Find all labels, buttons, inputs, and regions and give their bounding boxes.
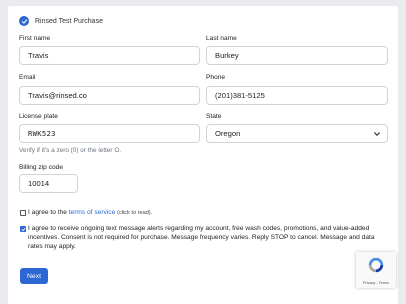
phone-value: (201)381-5125 <box>215 91 265 100</box>
terms-prefix: I agree to the <box>28 209 69 216</box>
state-select[interactable]: Oregon <box>206 124 388 143</box>
terms-click-hint: (click to read). <box>117 210 153 216</box>
phone-input[interactable]: (201)381-5125 <box>206 86 388 105</box>
last-name-label: Last name <box>206 35 237 42</box>
recaptcha-icon <box>368 257 384 273</box>
state-label: State <box>206 113 222 120</box>
license-plate-value: RWK523 <box>28 129 56 138</box>
first-name-label: First name <box>19 35 51 42</box>
terms-text: I agree to the terms of service (click t… <box>28 208 152 218</box>
checkout-form-card: Rinsed Test Purchase First name Travis L… <box>8 6 398 304</box>
terms-checkbox[interactable] <box>20 210 26 216</box>
sms-consent-text: I agree to receive ongoing text message … <box>28 225 375 250</box>
recaptcha-badge[interactable]: Privacy - Terms <box>356 252 396 288</box>
terms-of-service-link[interactable]: terms of service <box>69 209 116 216</box>
recaptcha-terms-link[interactable]: Terms <box>379 281 389 285</box>
form-header: Rinsed Test Purchase <box>19 16 103 26</box>
email-label: Email <box>19 74 36 81</box>
first-name-input[interactable]: Travis <box>19 46 200 65</box>
checkmark-icon <box>21 227 25 231</box>
last-name-input[interactable]: Burkey <box>206 46 388 65</box>
first-name-value: Travis <box>28 51 49 60</box>
license-plate-label: License plate <box>19 113 58 120</box>
license-plate-input[interactable]: RWK523 <box>19 124 200 143</box>
check-circle-icon <box>19 16 29 26</box>
billing-zip-value: 10014 <box>28 179 50 188</box>
billing-zip-input[interactable]: 10014 <box>19 174 78 193</box>
next-button[interactable]: Next <box>20 268 48 284</box>
billing-zip-label: Billing zip code <box>19 164 63 171</box>
email-value: Travis@rinsed.co <box>28 91 87 100</box>
chevron-down-icon <box>373 130 381 138</box>
state-value: Oregon <box>215 129 241 138</box>
sms-consent-checkbox[interactable] <box>20 226 26 232</box>
email-input[interactable]: Travis@rinsed.co <box>19 86 200 105</box>
recaptcha-links: Privacy - Terms <box>359 281 393 285</box>
form-title: Rinsed Test Purchase <box>35 17 103 25</box>
last-name-value: Burkey <box>215 51 239 60</box>
license-plate-helper: Verify if it's a zero (0) or the letter … <box>19 147 122 154</box>
phone-label: Phone <box>206 74 226 81</box>
recaptcha-privacy-link[interactable]: Privacy <box>363 281 375 285</box>
